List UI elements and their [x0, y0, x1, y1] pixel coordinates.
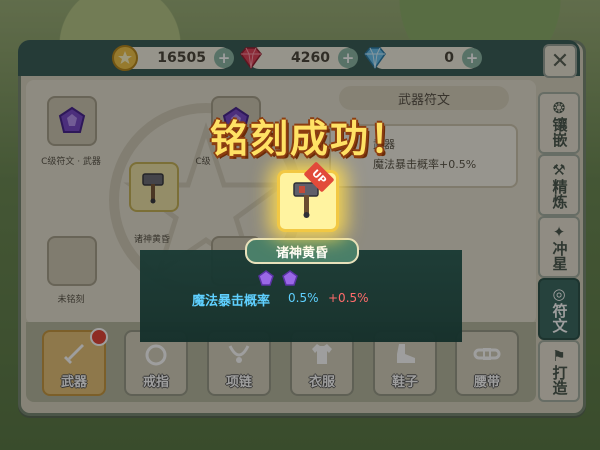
- purple-rune-icon: [258, 270, 274, 286]
- rune-gems-row: [258, 270, 298, 286]
- success-title: 铭刻成功！: [209, 117, 410, 161]
- purple-rune-icon: [282, 270, 298, 286]
- stat-value: 0.5%: [288, 291, 319, 305]
- stat-bonus: +0.5%: [328, 291, 369, 305]
- item-name-ribbon: 诸神黄昏: [245, 238, 359, 264]
- stat-name: 魔法暴击概率: [192, 294, 271, 309]
- item-name: 诸神黄昏: [275, 245, 328, 261]
